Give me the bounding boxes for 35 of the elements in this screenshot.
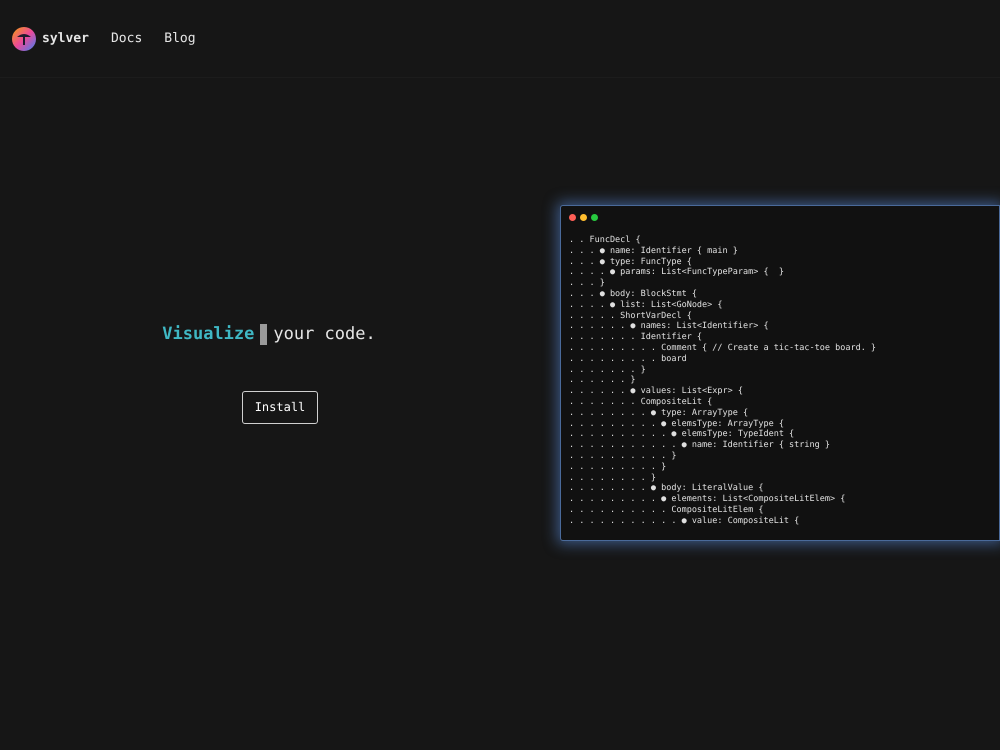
code-line: . . . . . . . . ● type: ArrayType { bbox=[569, 408, 750, 419]
install-button[interactable]: Install bbox=[242, 390, 318, 424]
code-line: . . . . . . . Identifier { bbox=[569, 332, 704, 343]
code-line: . . . . . . . . . Comment { // Create a tic-tac-toe board. } bbox=[569, 342, 878, 354]
code-line: . . . ● type: FuncType { bbox=[569, 256, 693, 268]
code-line: . . . . ● list: List<GoNode> { bbox=[569, 300, 724, 311]
headline-text: your code. bbox=[273, 323, 376, 346]
code-line: . . . . . . . . . . ● elemsType: TypeIdent { bbox=[569, 429, 796, 440]
code-line: . . FuncDecl { bbox=[569, 235, 642, 246]
brand-name[interactable]: sylver bbox=[42, 28, 89, 48]
code-line: . . . . . . . . ● body: LiteralValue { bbox=[569, 483, 764, 494]
code-line: . . . ● body: BlockStmt { bbox=[569, 288, 698, 300]
code-line: . . . . . . . . . } bbox=[569, 462, 668, 473]
code-line: . . . . . . . . } bbox=[569, 472, 657, 484]
nav-link[interactable]: Docs bbox=[110, 28, 142, 48]
code-line: . . . } bbox=[569, 278, 606, 289]
logo-icon bbox=[12, 26, 36, 50]
code-line: . . . . . . . } bbox=[569, 364, 647, 376]
code-line: . . . . . . . . . . CompositeLitElem { bbox=[569, 504, 764, 516]
code-line: . . . . . . . . . ● elemsType: ArrayType { bbox=[569, 418, 785, 430]
code-line: . . . . . . . . . ● elements: List<CompositeLitElem> { bbox=[569, 494, 846, 505]
code-line: . . . . . . } bbox=[569, 375, 637, 386]
code-line: . . . . . . . . . . . ● value: CompositeLit { bbox=[569, 516, 800, 527]
code-line: . . . . ● params: List<FuncTypeParam> { } bbox=[569, 267, 785, 278]
code-line: . . . ● name: Identifier { main } bbox=[569, 246, 739, 257]
code-line: . . . . . . ● values: List<Expr> { bbox=[569, 386, 744, 397]
nav-link[interactable]: Blog bbox=[164, 28, 196, 48]
code-line: . . . . . . . . . board bbox=[569, 354, 688, 365]
code-line: . . . . . . ● names: List<Identifier> { bbox=[569, 321, 770, 332]
code-line: . . . . . ShortVarDecl { bbox=[569, 310, 693, 322]
text-cursor bbox=[260, 324, 268, 346]
headline-highlight: Visualize bbox=[162, 323, 254, 346]
code-line: . . . . . . . . . . } bbox=[569, 450, 678, 462]
code-line: . . . . . . . CompositeLit { bbox=[569, 396, 714, 408]
code-line: . . . . . . . . . . . ● name: Identifier { string } bbox=[569, 440, 831, 451]
